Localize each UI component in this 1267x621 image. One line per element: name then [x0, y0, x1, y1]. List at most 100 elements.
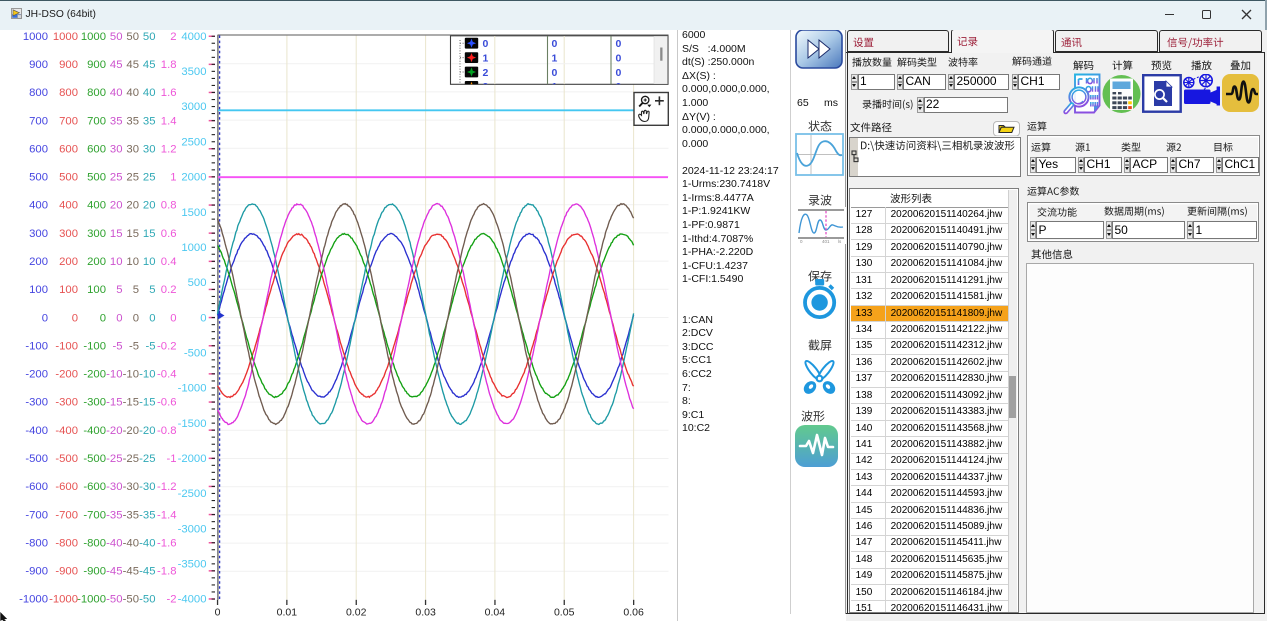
svg-text:0.2: 0.2 [161, 284, 177, 296]
svg-text:401: 401 [822, 239, 830, 244]
svg-text:35: 35 [126, 115, 139, 127]
svg-text:0: 0 [116, 312, 122, 324]
svg-text:-40: -40 [123, 537, 139, 549]
svg-text:-500: -500 [83, 453, 106, 465]
svg-text:-50: -50 [123, 594, 139, 606]
svg-text:0: 0 [215, 607, 221, 619]
svg-text:-45: -45 [106, 566, 122, 578]
svg-text:100: 100 [59, 284, 78, 296]
svg-text:-20: -20 [139, 425, 155, 437]
svg-text:15: 15 [110, 228, 123, 240]
svg-text:30: 30 [126, 144, 139, 156]
svg-text:25: 25 [126, 172, 139, 184]
svg-text:-300: -300 [55, 397, 78, 409]
svg-text:5: 5 [133, 284, 139, 296]
svg-text:0.8: 0.8 [161, 200, 177, 212]
svg-text:-2: -2 [166, 594, 176, 606]
svg-text:-40: -40 [139, 537, 155, 549]
svg-text:-2000: -2000 [178, 453, 207, 465]
svg-text:-800: -800 [55, 537, 78, 549]
svg-text:-600: -600 [55, 481, 78, 493]
svg-text:-0.6: -0.6 [157, 397, 176, 409]
svg-text:-15: -15 [123, 397, 139, 409]
svg-text:40: 40 [126, 87, 139, 99]
svg-text:25: 25 [143, 172, 156, 184]
svg-text:0: 0 [616, 38, 622, 50]
svg-text:-1.8: -1.8 [157, 566, 176, 578]
svg-text:-1000: -1000 [19, 594, 48, 606]
svg-text:25: 25 [110, 172, 123, 184]
svg-text:0: 0 [72, 312, 78, 324]
svg-text:2: 2 [483, 67, 489, 79]
svg-text:-0.4: -0.4 [157, 369, 176, 381]
svg-text:-25: -25 [139, 453, 155, 465]
svg-text:-400: -400 [25, 425, 48, 437]
svg-text:0.06: 0.06 [623, 607, 644, 619]
svg-text:-20: -20 [106, 425, 122, 437]
svg-text:5: 5 [116, 284, 122, 296]
svg-text:100: 100 [29, 284, 48, 296]
svg-text:200: 200 [87, 256, 106, 268]
svg-text:600: 600 [59, 144, 78, 156]
svg-text:900: 900 [29, 59, 48, 71]
svg-text:-1000: -1000 [77, 594, 106, 606]
svg-text:-200: -200 [25, 369, 48, 381]
svg-text:3500: 3500 [181, 66, 206, 78]
svg-text:-10: -10 [123, 369, 139, 381]
svg-text:-900: -900 [25, 566, 48, 578]
svg-text:15: 15 [126, 228, 139, 240]
svg-text:-300: -300 [83, 397, 106, 409]
svg-text:-5: -5 [112, 340, 122, 352]
svg-text:700: 700 [59, 115, 78, 127]
svg-text:10: 10 [110, 256, 123, 268]
svg-text:-50: -50 [139, 594, 155, 606]
svg-text:300: 300 [59, 228, 78, 240]
svg-text:1000: 1000 [81, 31, 106, 43]
svg-text:900: 900 [87, 59, 106, 71]
svg-text:0: 0 [42, 312, 48, 324]
svg-text:30: 30 [143, 144, 156, 156]
svg-text:400: 400 [59, 200, 78, 212]
svg-text:-200: -200 [55, 369, 78, 381]
svg-text:-700: -700 [25, 509, 48, 521]
svg-text:0.4: 0.4 [161, 256, 177, 268]
svg-text:1000: 1000 [181, 242, 206, 254]
svg-text:1: 1 [170, 172, 176, 184]
svg-text:-900: -900 [83, 566, 106, 578]
svg-text:-500: -500 [55, 453, 78, 465]
svg-text:-1.6: -1.6 [157, 537, 176, 549]
svg-text:1.6: 1.6 [161, 87, 177, 99]
svg-text:-30: -30 [139, 481, 155, 493]
svg-text:-0.2: -0.2 [157, 340, 176, 352]
svg-text:200: 200 [29, 256, 48, 268]
svg-text:-4000: -4000 [178, 594, 207, 606]
svg-text:800: 800 [29, 87, 48, 99]
svg-text:0: 0 [552, 38, 558, 50]
svg-text:-800: -800 [83, 537, 106, 549]
svg-text:-0.8: -0.8 [157, 425, 176, 437]
svg-text:300: 300 [29, 228, 48, 240]
svg-text:-25: -25 [123, 453, 139, 465]
svg-text:-35: -35 [123, 509, 139, 521]
svg-text:1: 1 [552, 81, 558, 93]
svg-text:-600: -600 [83, 481, 106, 493]
svg-text:800: 800 [59, 87, 78, 99]
svg-text:45: 45 [143, 59, 156, 71]
svg-text:-200: -200 [83, 369, 106, 381]
svg-text:1500: 1500 [181, 207, 206, 219]
svg-text:-10: -10 [106, 369, 122, 381]
svg-text:2000: 2000 [181, 172, 206, 184]
svg-text:-1500: -1500 [178, 418, 207, 430]
svg-text:-15: -15 [106, 397, 122, 409]
svg-text:-700: -700 [55, 509, 78, 521]
svg-text:0: 0 [149, 312, 155, 324]
svg-text:0: 0 [616, 52, 622, 64]
svg-text:600: 600 [87, 144, 106, 156]
svg-text:40: 40 [110, 87, 123, 99]
svg-text:20: 20 [126, 200, 139, 212]
svg-text:700: 700 [29, 115, 48, 127]
svg-text:-400: -400 [83, 425, 106, 437]
svg-text:-40: -40 [106, 537, 122, 549]
svg-text:-25: -25 [106, 453, 122, 465]
svg-text:300: 300 [87, 228, 106, 240]
